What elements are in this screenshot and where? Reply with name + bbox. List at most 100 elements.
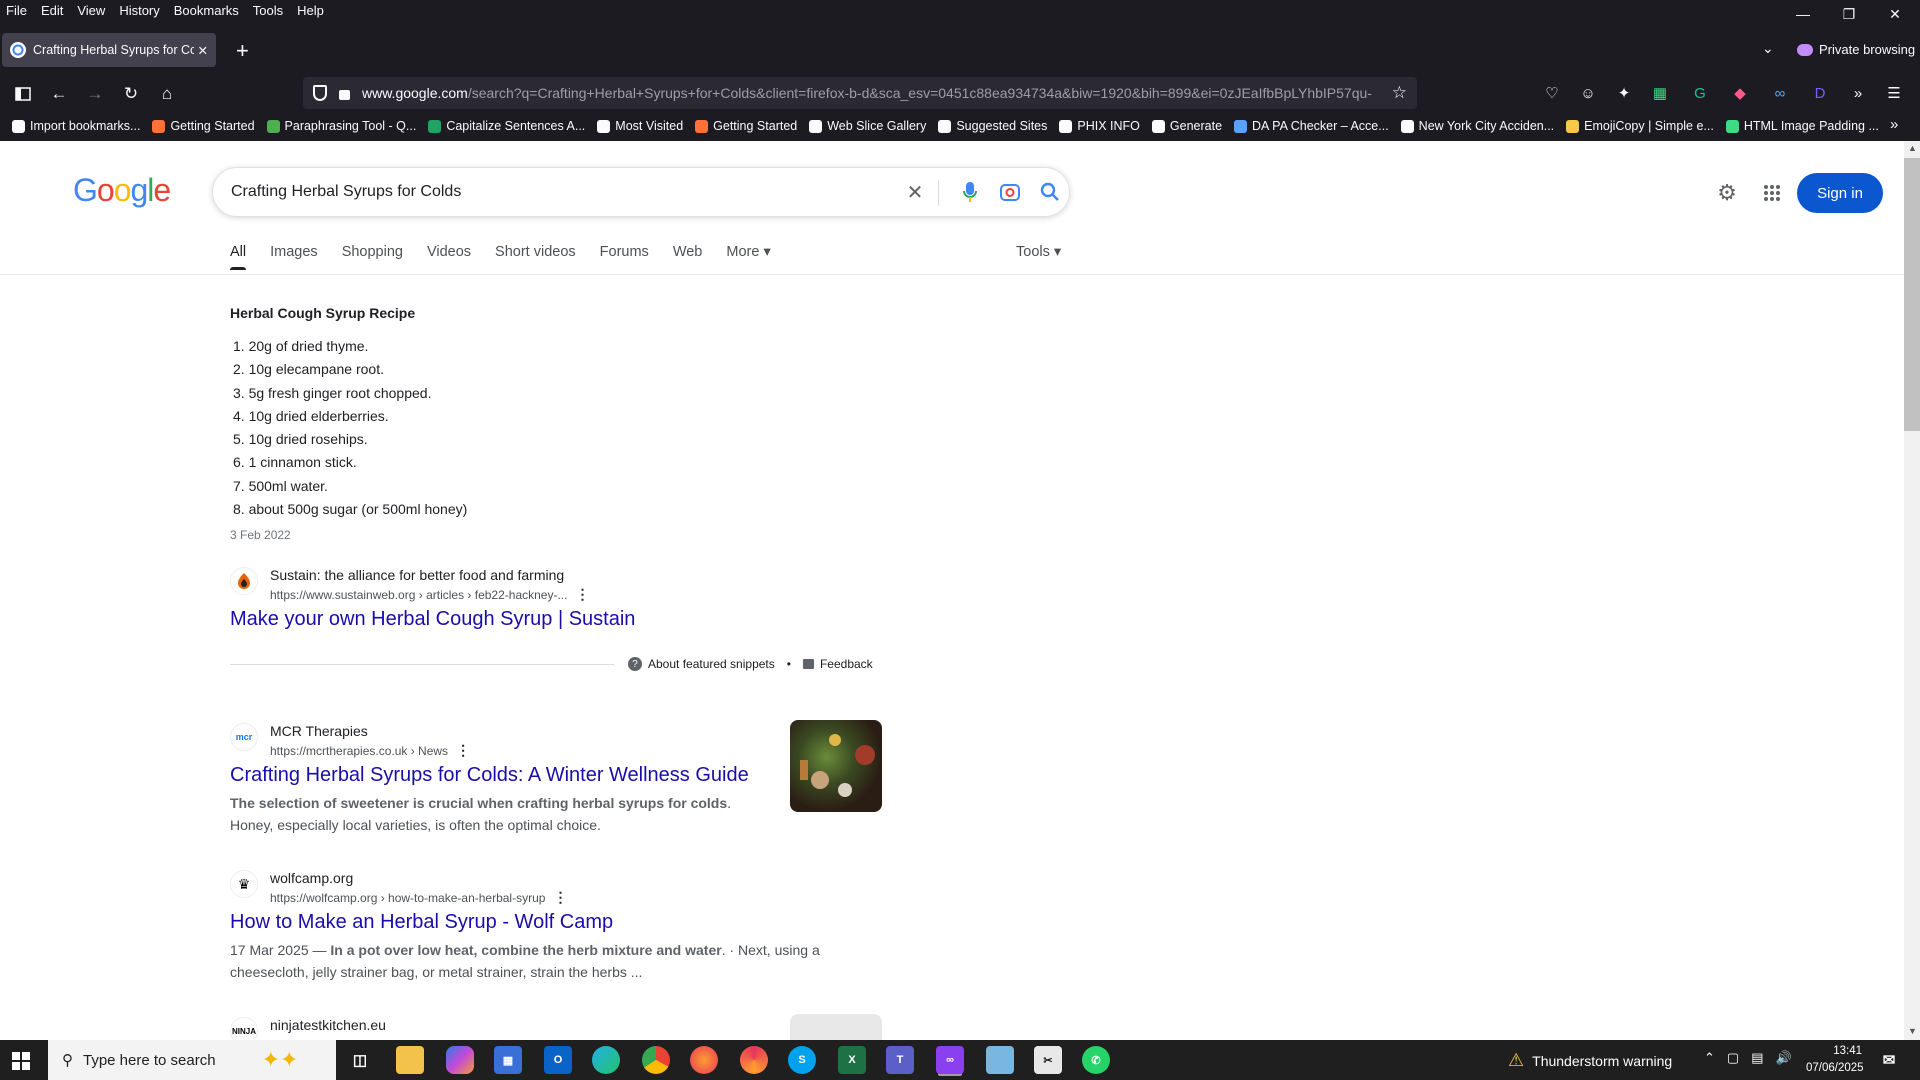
pocket-icon[interactable]: ♡ [1540,81,1564,105]
result-thumbnail[interactable] [790,720,882,812]
account-icon[interactable]: ☺ [1576,81,1600,105]
menu-bookmarks[interactable]: Bookmarks [168,0,247,22]
taskbar-search-placeholder[interactable]: Type here to search [83,1052,216,1069]
bookmark-item[interactable]: Most Visited [597,116,683,136]
menu-view[interactable]: View [71,0,113,22]
weather-widget[interactable]: ⚠ Thunderstorm warning [1508,1050,1672,1071]
tab-short-videos[interactable]: Short videos [495,244,576,260]
sidebar-icon[interactable] [10,81,36,107]
windows-start-icon[interactable] [12,1052,30,1070]
tab-forums[interactable]: Forums [600,244,649,260]
sign-in-button[interactable]: Sign in [1797,173,1883,213]
bookmark-item[interactable]: Import bookmarks... [12,116,140,136]
taskbar-search-box[interactable]: ⚲ Type here to search ✦✦ [48,1040,336,1080]
overflow-chevron-icon[interactable]: » [1846,81,1870,105]
result-source[interactable]: ♛ wolfcamp.org https://wolfcamp.org › ho… [230,868,567,907]
more-options-icon[interactable]: ⋮ [553,889,567,905]
result-thumbnail[interactable] [790,1014,882,1040]
bookmark-item[interactable]: Capitalize Sentences A... [428,116,585,136]
lock-icon[interactable] [339,90,350,100]
search-icon[interactable] [1038,180,1062,204]
bookmark-item[interactable]: Generate [1151,116,1222,136]
new-tab-button[interactable]: + [236,38,249,64]
bookmark-item[interactable]: Paraphrasing Tool - Q... [266,116,416,136]
about-featured-snippets-link[interactable]: About featured snippets [648,657,775,671]
menu-help[interactable]: Help [291,0,332,22]
firefox-icon[interactable] [690,1046,718,1074]
google-logo[interactable]: Google [73,172,171,209]
result-site-name[interactable]: wolfcamp.org [270,868,567,888]
firefox-alt-icon[interactable] [740,1046,768,1074]
d-extension-icon[interactable]: D [1808,81,1832,105]
lens-camera-icon[interactable] [998,180,1022,204]
result-site-name[interactable]: ninjatestkitchen.eu [270,1015,386,1035]
snippet-source[interactable]: Sustain: the alliance for better food an… [230,565,589,604]
source-cite[interactable]: https://www.sustainweb.org › articles › … [270,588,567,602]
result-cite[interactable]: https://mcrtherapies.co.uk › News [270,744,448,758]
settings-gear-icon[interactable]: ⚙ [1715,180,1739,205]
bookmark-item[interactable]: PHIX INFO [1059,116,1140,136]
snipping-tool-icon[interactable]: ✂ [1034,1046,1062,1074]
taskbar-clock[interactable]: 13:41 07/06/2025 [1806,1043,1864,1077]
menu-file[interactable]: File [0,0,35,22]
device-icon[interactable]: ▢ [1727,1050,1739,1066]
link-extension-icon[interactable]: ∞ [1768,81,1792,105]
teams-icon[interactable]: T [886,1046,914,1074]
notes-app-icon[interactable] [986,1046,1014,1074]
copilot-icon[interactable] [446,1046,474,1074]
result-cite[interactable]: https://wolfcamp.org › how-to-make-an-he… [270,891,545,905]
bookmark-item[interactable]: Suggested Sites [938,116,1047,136]
tab-shopping[interactable]: Shopping [342,244,403,260]
colorful-extension-icon[interactable]: ◆ [1728,81,1752,105]
extension-green-icon[interactable]: ▦ [1648,81,1672,105]
tab-images[interactable]: Images [270,244,318,260]
search-box[interactable]: Crafting Herbal Syrups for Colds ✕ [212,167,1070,217]
bookmark-item[interactable]: New York City Acciden... [1400,116,1554,136]
search-input[interactable]: Crafting Herbal Syrups for Colds [231,183,461,201]
close-tab-icon[interactable]: ✕ [198,43,208,58]
reload-icon[interactable]: ↻ [118,81,144,107]
tracking-shield-icon[interactable] [313,85,327,101]
chrome-icon[interactable] [642,1046,670,1074]
firefox-private-icon[interactable]: ∞ [936,1046,964,1074]
result-source[interactable]: mcr MCR Therapies https://mcrtherapies.c… [230,721,470,760]
file-explorer-icon[interactable] [396,1046,424,1074]
whatsapp-icon[interactable]: ✆ [1082,1046,1110,1074]
tab-videos[interactable]: Videos [427,244,471,260]
excel-icon[interactable]: X [838,1046,866,1074]
bookmark-item[interactable]: DA PA Checker – Acce... [1234,116,1389,136]
result-source[interactable]: NINJA ninjatestkitchen.eu [230,1015,386,1040]
outlook-icon[interactable]: O [544,1046,572,1074]
more-options-icon[interactable]: ⋮ [456,742,470,758]
clear-search-icon[interactable]: ✕ [903,180,927,204]
tab-active[interactable]: Crafting Herbal Syrups for Colds ✕ [2,33,216,67]
minimize-button[interactable]: — [1780,0,1826,28]
bookmark-item[interactable]: Getting Started [152,116,255,136]
google-apps-icon[interactable] [1760,181,1784,205]
scroll-up-icon[interactable]: ▲ [1908,143,1917,153]
more-options-icon[interactable]: ⋮ [575,586,589,602]
skype-icon[interactable]: S [788,1046,816,1074]
snippet-link-title[interactable]: Make your own Herbal Cough Syrup | Susta… [230,608,635,631]
address-bar[interactable]: www.google.com/search?q=Crafting+Herbal+… [303,77,1417,109]
bookmark-item[interactable]: Web Slice Gallery [809,116,926,136]
scrollbar-thumb[interactable] [1904,158,1920,431]
url-text[interactable]: www.google.com/search?q=Crafting+Herbal+… [362,85,1372,101]
grammarly-icon[interactable]: G [1688,81,1712,105]
bookmark-item[interactable]: Getting Started [695,116,797,136]
menu-edit[interactable]: Edit [35,0,71,22]
result-title[interactable]: How to Make an Herbal Syrup - Wolf Camp [230,911,613,934]
volume-icon[interactable]: 🔊 [1776,1050,1792,1066]
back-icon[interactable]: ← [46,81,72,107]
home-icon[interactable]: ⌂ [154,81,180,107]
scroll-down-icon[interactable]: ▼ [1908,1026,1917,1036]
close-window-button[interactable]: ✕ [1872,0,1918,28]
menu-history[interactable]: History [113,0,167,22]
list-all-tabs-icon[interactable]: ⌄ [1762,40,1774,57]
bookmark-star-icon[interactable]: ☆ [1392,83,1407,103]
microsoft-store-icon[interactable]: ▦ [494,1046,522,1074]
notifications-icon[interactable]: ✉ [1875,1046,1903,1074]
tab-web[interactable]: Web [673,244,703,260]
bookmark-item[interactable]: HTML Image Padding ... [1725,116,1879,136]
tray-chevron-icon[interactable]: ⌃ [1704,1050,1715,1066]
